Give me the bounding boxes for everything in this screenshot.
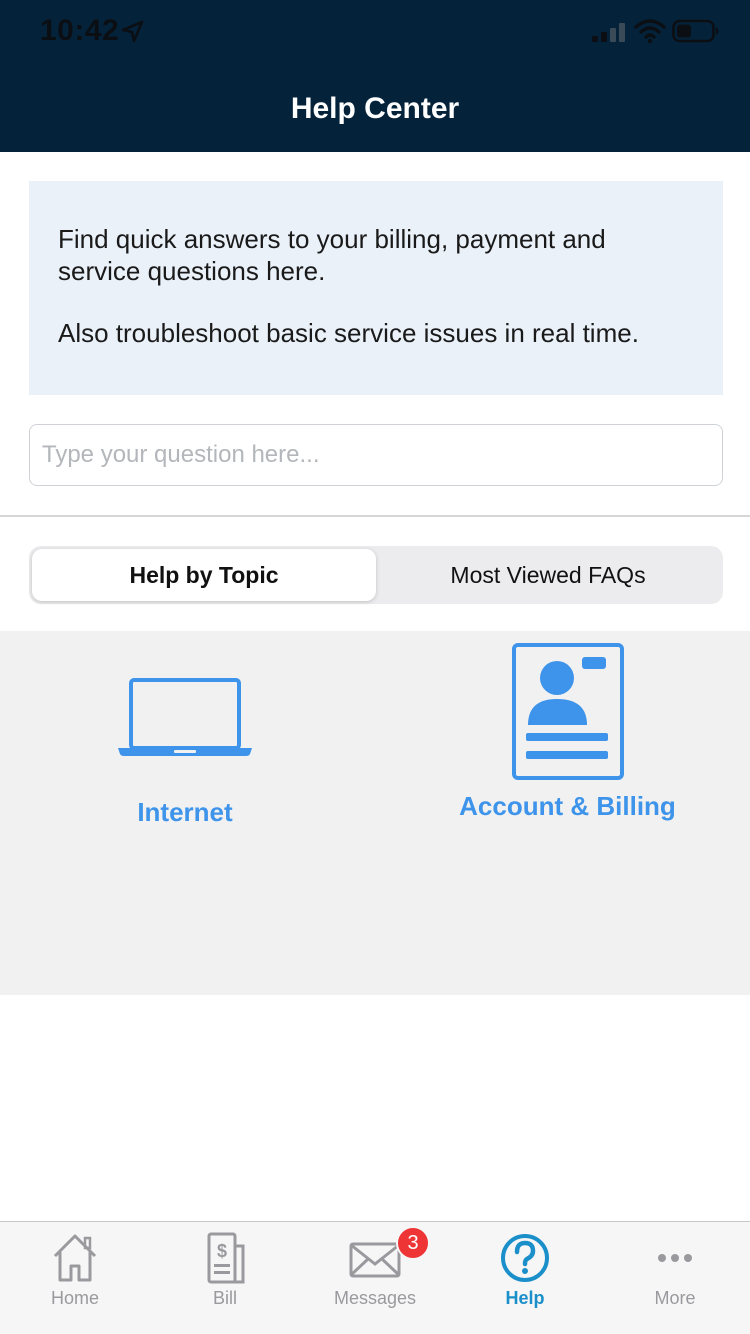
tab-bill[interactable]: $ Bill bbox=[150, 1222, 300, 1334]
bill-icon: $ bbox=[207, 1232, 245, 1284]
troubleshoot-text: Also troubleshoot basic service issues i… bbox=[58, 318, 639, 348]
segment-help-by-topic[interactable]: Help by Topic bbox=[32, 549, 376, 601]
envelope-icon bbox=[349, 1242, 401, 1278]
status-time: 10:42 bbox=[40, 14, 120, 47]
bottom-tab-bar: Home $ Bill 3 Messages Help More bbox=[0, 1221, 750, 1334]
tab-more[interactable]: More bbox=[600, 1222, 750, 1334]
tab-messages[interactable]: 3 Messages bbox=[300, 1222, 450, 1334]
status-bar: 10:42 bbox=[0, 0, 750, 64]
tab-messages-label: Messages bbox=[333, 1288, 417, 1308]
wifi-icon bbox=[634, 19, 666, 44]
topic-internet-label: Internet bbox=[137, 797, 233, 827]
laptop-icon bbox=[118, 678, 252, 756]
intro-text: Find quick answers to your billing, paym… bbox=[58, 224, 606, 286]
messages-badge: 3 bbox=[396, 1226, 430, 1260]
battery-icon bbox=[672, 19, 719, 43]
section-divider bbox=[0, 515, 750, 517]
topic-account-billing-label: Account & Billing bbox=[459, 791, 676, 821]
topic-internet[interactable]: Internet bbox=[100, 669, 270, 828]
help-mode-segmented-control: Help by Topic Most Viewed FAQs bbox=[29, 546, 723, 604]
tab-more-label: More bbox=[654, 1288, 696, 1308]
location-arrow-icon bbox=[121, 20, 144, 43]
more-dots-icon bbox=[658, 1254, 692, 1262]
tab-help[interactable]: Help bbox=[450, 1222, 600, 1334]
cellular-signal-icon bbox=[592, 23, 625, 42]
home-icon bbox=[53, 1234, 97, 1282]
tab-help-label: Help bbox=[505, 1288, 545, 1308]
question-search-input[interactable] bbox=[29, 424, 723, 486]
id-card-icon bbox=[511, 643, 624, 780]
tab-bill-label: Bill bbox=[212, 1288, 237, 1308]
intro-info-box: Find quick answers to your billing, paym… bbox=[29, 181, 723, 395]
svg-text:$: $ bbox=[217, 1241, 227, 1261]
question-circle-icon bbox=[501, 1234, 549, 1282]
topics-panel: Internet Account & Billing bbox=[0, 631, 750, 995]
tab-home[interactable]: Home bbox=[0, 1222, 150, 1334]
page-title: Help Center bbox=[290, 92, 460, 125]
tab-home-label: Home bbox=[50, 1288, 99, 1308]
topic-account-billing[interactable]: Account & Billing bbox=[445, 643, 690, 822]
segment-most-viewed-faqs[interactable]: Most Viewed FAQs bbox=[376, 549, 720, 601]
header: 10:42 Help Center bbox=[0, 0, 750, 152]
help-center-screen: 10:42 Help Center Find quick answers to … bbox=[0, 0, 750, 1334]
